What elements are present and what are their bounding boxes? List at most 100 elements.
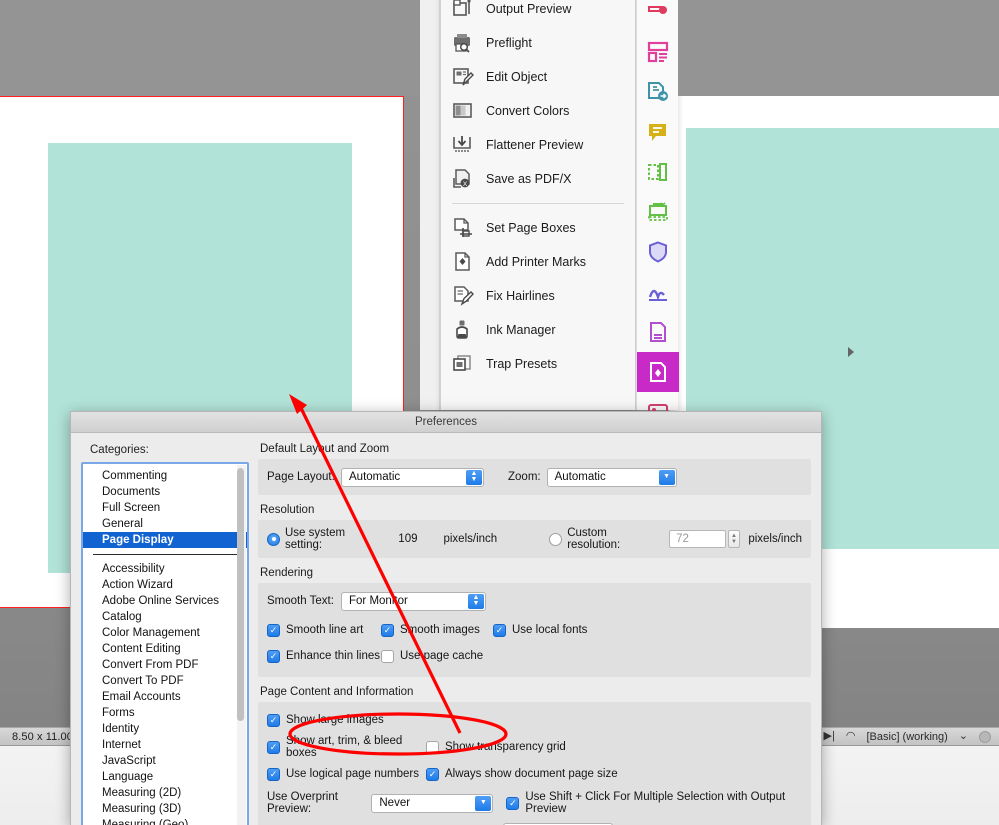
last-page-icon[interactable]: ▶| [824,731,835,742]
category-item-action-wizard[interactable]: Action Wizard [83,577,247,593]
category-item-general[interactable]: General [83,516,247,532]
category-item-accessibility[interactable]: Accessibility [83,561,247,577]
tool-item-label: Fix Hairlines [486,289,555,303]
expand-arrow-icon[interactable] [848,347,854,357]
tool-item-label: Trap Presets [486,357,558,371]
use-local-fonts-checkbox[interactable]: ✓ Use local fonts [493,623,587,637]
rail-item-stamp[interactable] [637,0,679,32]
show-art-trim-bleed-checkbox[interactable]: ✓ Show art, trim, & bleed boxes [267,735,426,759]
checkbox-box: ✓ [506,796,520,810]
use-page-cache-checkbox[interactable]: Use page cache [381,649,483,663]
category-item-language[interactable]: Language [83,769,247,785]
categories-list[interactable]: Commenting Documents Full Screen General… [81,462,249,825]
custom-resolution-radio[interactable] [549,532,563,546]
print-production-icon [650,362,666,382]
rail-item-comment[interactable] [637,112,679,152]
use-overprint-preview-select[interactable]: Never ▼ [371,793,494,813]
stepper-updown-icon[interactable]: ▲ ▼ [468,593,484,609]
rail-item-fill-and-sign[interactable] [637,272,679,312]
rail-item-optimize-pdf[interactable] [637,312,679,352]
trap-presets-icon [452,353,474,375]
use-system-setting-radio[interactable] [267,532,280,546]
category-item-content-editing[interactable]: Content Editing [83,641,247,657]
category-item-measuring-geo[interactable]: Measuring (Geo) [83,817,247,825]
category-item-measuring-3d[interactable]: Measuring (3D) [83,801,247,817]
checkbox-box: ✓ [267,740,280,754]
forms-icon [647,41,669,63]
checkbox-label: Use Shift + Click For Multiple Selection… [525,791,786,815]
tool-item-preflight[interactable]: Preflight [441,26,635,60]
smooth-images-checkbox[interactable]: ✓ Smooth images [381,623,493,637]
chevron-down-icon[interactable]: ⌄ [959,731,968,742]
rail-item-print-production[interactable] [637,352,679,392]
category-item-forms[interactable]: Forms [83,705,247,721]
rail-item-protect[interactable] [637,232,679,272]
category-item-convert-from-pdf[interactable]: Convert From PDF [83,657,247,673]
category-item-color-management[interactable]: Color Management [83,625,247,641]
category-item-documents[interactable]: Documents [83,484,247,500]
zoom-label: Zoom: [508,471,541,483]
set-page-boxes-icon [452,217,474,239]
rail-item-scan-and-ocr[interactable] [637,192,679,232]
tool-item-trap-presets[interactable]: Trap Presets [441,347,635,381]
tool-item-flattener-preview[interactable]: Flattener Preview [441,128,635,162]
svg-text:X: X [463,181,468,188]
zoom-select[interactable]: Automatic ▼ [546,467,677,487]
section-title-page-content: Page Content and Information [260,686,414,698]
use-overprint-preview-label: Use Overprint Preview: [267,791,338,815]
always-show-page-size-checkbox[interactable]: ✓ Always show document page size [426,767,618,781]
scrollbar-thumb[interactable] [237,468,244,721]
category-item-measuring-2d[interactable]: Measuring (2D) [83,785,247,801]
tool-item-fix-hairlines[interactable]: Fix Hairlines [441,279,635,313]
tool-item-label: Convert Colors [486,104,570,118]
tool-item-label: Flattener Preview [486,138,584,152]
tool-item-output-preview[interactable]: Output Preview [441,0,635,26]
checkbox-label: Always show document page size [445,768,618,780]
category-item-commenting[interactable]: Commenting [83,468,247,484]
loupe-icon[interactable]: ◠ [846,731,856,742]
category-item-adobe-online-services[interactable]: Adobe Online Services [83,593,247,609]
show-transparency-grid-checkbox[interactable]: Show transparency grid [426,740,566,754]
send-for-review-icon [648,82,668,101]
page-layout-label: Page Layout: [267,471,335,483]
screen-root: Output Preview Preflight Edit Object Con… [0,0,999,825]
category-item-page-display[interactable]: Page Display [83,532,247,548]
checkbox-box: ✓ [493,623,506,637]
tool-item-edit-object[interactable]: Edit Object [441,60,635,94]
smooth-text-select[interactable]: For Monitor ▲ ▼ [341,591,486,611]
show-large-images-checkbox[interactable]: ✓ Show large images [267,713,384,727]
rail-item-organize-pages[interactable] [637,152,679,192]
smooth-line-art-checkbox[interactable]: ✓ Smooth line art [267,623,381,637]
category-item-javascript[interactable]: JavaScript [83,753,247,769]
enhance-thin-lines-checkbox[interactable]: ✓ Enhance thin lines [267,649,381,663]
custom-resolution-input[interactable]: 72 [669,530,726,548]
tool-item-ink-manager[interactable]: Ink Manager [441,313,635,347]
category-item-email-accounts[interactable]: Email Accounts [83,689,247,705]
tool-item-label: Set Page Boxes [486,221,576,235]
use-logical-page-numbers-checkbox[interactable]: ✓ Use logical page numbers [267,767,426,781]
custom-resolution-stepper[interactable]: ▲ ▼ [727,530,741,548]
stepper-updown-icon[interactable]: ▲ ▼ [466,469,482,485]
checkbox-label: Use logical page numbers [286,768,419,780]
category-item-catalog[interactable]: Catalog [83,609,247,625]
categories-scrollbar[interactable] [237,465,246,825]
tool-item-set-page-boxes[interactable]: Set Page Boxes [441,211,635,245]
section-page-content: ✓ Show large images ✓ Show art, trim, & … [258,702,811,825]
use-shift-click-checkbox[interactable]: ✓ Use Shift + Click For Multiple Selecti… [506,791,802,815]
tool-item-save-as-pdfx[interactable]: X Save as PDF/X [441,162,635,196]
tool-item-add-printer-marks[interactable]: Add Printer Marks [441,245,635,279]
category-item-identity[interactable]: Identity [83,721,247,737]
tool-item-convert-colors[interactable]: Convert Colors [441,94,635,128]
rail-item-send-for-review[interactable] [637,72,679,112]
category-item-convert-to-pdf[interactable]: Convert To PDF [83,673,247,689]
rail-item-forms[interactable] [637,32,679,72]
category-item-full-screen[interactable]: Full Screen [83,500,247,516]
categories-label: Categories: [90,444,149,456]
page-layout-select[interactable]: Automatic ▲ ▼ [341,467,484,487]
chevron-down-icon[interactable]: ▼ [475,795,492,811]
category-item-internet[interactable]: Internet [83,737,247,753]
convert-colors-icon [452,100,474,122]
chevron-down-icon[interactable]: ▼ [658,469,675,485]
checkbox-label: Smooth line art [286,624,364,636]
tool-item-label: Add Printer Marks [486,255,587,269]
